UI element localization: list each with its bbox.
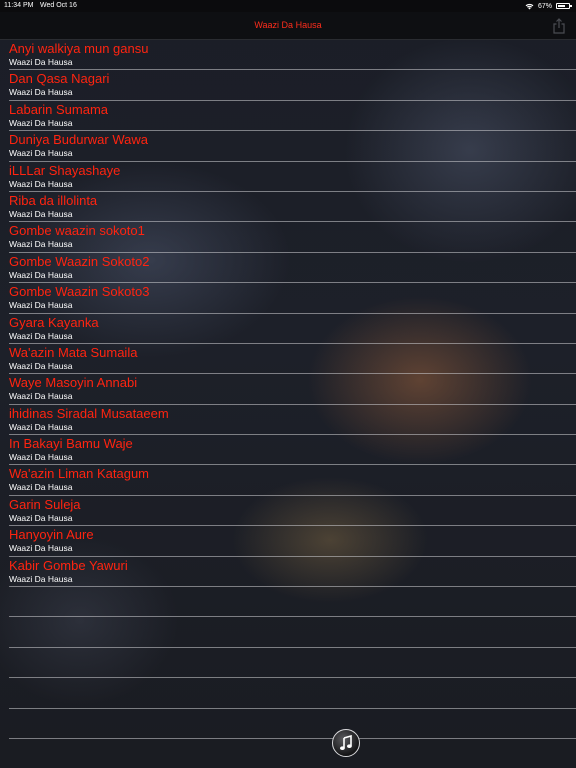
track-subtitle: Waazi Da Hausa [9,300,73,311]
track-title: Waye Masoyin Annabi [9,375,138,391]
list-item[interactable]: Kabir Gombe Yawuri Waazi Da Hausa [9,557,576,588]
track-subtitle: Waazi Da Hausa [9,269,73,280]
wifi-icon [525,3,534,9]
list-item[interactable]: Gombe Waazin Sokoto3 Waazi Da Hausa [9,283,576,314]
track-title: Kabir Gombe Yawuri [9,557,128,573]
track-title: iLLLar Shayashaye [9,162,121,178]
list-item[interactable]: iLLLar Shayashaye Waazi Da Hausa [9,162,576,192]
list-item[interactable]: Gyara Kayanka Waazi Da Hausa [9,314,576,344]
track-title: Garin Suleja [9,496,81,512]
now-playing-button[interactable] [332,729,360,757]
battery-fill [558,5,565,7]
track-subtitle: Waazi Da Hausa [9,421,73,432]
battery-icon [556,3,572,9]
list-item[interactable]: Dan Qasa Nagari Waazi Da Hausa [9,70,576,101]
list-item[interactable]: Wa'azin Liman Katagum Waazi Da Hausa [9,465,576,496]
list-item[interactable]: Labarin Sumama Waazi Da Hausa [9,101,576,132]
page-title: Waazi Da Hausa [254,20,322,30]
track-subtitle: Waazi Da Hausa [9,178,73,189]
list-item[interactable]: Garin Suleja Waazi Da Hausa [9,496,576,527]
status-date: Wed Oct 16 [40,2,77,9]
empty-row [9,648,576,679]
track-title: Wa'azin Liman Katagum [9,466,150,482]
empty-row [9,709,576,739]
track-subtitle: Waazi Da Hausa [9,482,73,493]
track-subtitle: Waazi Da Hausa [9,452,73,463]
list-item[interactable]: Riba da illolinta Waazi Da Hausa [9,192,576,223]
track-title: Dan Qasa Nagari [9,71,110,87]
track-title: Hanyoyin Aure [9,527,94,543]
track-subtitle: Waazi Da Hausa [9,391,73,402]
track-subtitle: Waazi Da Hausa [9,117,73,128]
empty-row [9,678,576,709]
track-subtitle: Waazi Da Hausa [9,57,73,67]
track-title: Riba da illolinta [9,192,98,208]
track-subtitle: Waazi Da Hausa [9,148,73,159]
track-title: Gombe Waazin Sokoto3 [9,284,150,300]
track-list: Anyi walkiya mun gansu Waazi Da Hausa Dan … [0,40,576,739]
track-subtitle: Waazi Da Hausa [9,208,73,219]
list-item[interactable]: Duniya Budurwar Wawa Waazi Da Hausa [9,131,576,162]
navigation-bar: Waazi Da Hausa [0,12,576,40]
track-subtitle: Waazi Da Hausa [9,543,73,554]
track-title: In Bakayi Bamu Waje [9,436,133,452]
status-right: 67% [525,1,572,11]
empty-row [9,587,576,618]
list-item[interactable]: Hanyoyin Aure Waazi Da Hausa [9,526,576,557]
track-subtitle: Waazi Da Hausa [9,512,73,523]
track-title: Duniya Budurwar Wawa [9,132,148,148]
battery-percent: 67% [537,2,552,10]
list-item[interactable]: Anyi walkiya mun gansu Waazi Da Hausa [9,40,576,71]
track-title: Wa'azin Mata Sumaila [9,344,138,360]
track-title: Labarin Sumama [9,101,108,117]
status-bar: 11:34 PM Wed Oct 16 67% [0,0,576,12]
status-time: 11:34 PM [4,2,34,9]
track-subtitle: Waazi Da Hausa [9,239,73,250]
music-note-icon [340,735,352,750]
track-title: Gyara Kayanka [9,314,99,330]
list-item[interactable]: ihidinas Siradal Musataeem Waazi Da Hausa [9,405,576,436]
track-title: ihidinas Siradal Musataeem [9,405,169,421]
track-subtitle: Waazi Da Hausa [9,330,73,341]
share-icon[interactable] [552,18,566,34]
track-subtitle: Waazi Da Hausa [9,573,73,584]
list-item[interactable]: Waye Masoyin Annabi Waazi Da Hausa [9,374,576,405]
list-item[interactable]: Wa'azin Mata Sumaila Waazi Da Hausa [9,344,576,375]
empty-row [9,617,576,648]
track-subtitle: Waazi Da Hausa [9,360,73,371]
track-subtitle: Waazi Da Hausa [9,87,73,98]
list-item[interactable]: Gombe Waazin Sokoto2 Waazi Da Hausa [9,253,576,284]
list-item[interactable]: In Bakayi Bamu Waje Waazi Da Hausa [9,435,576,466]
track-title: Gombe waazin sokoto1 [9,223,145,239]
track-title: Gombe Waazin Sokoto2 [9,253,150,269]
track-title: Anyi walkiya mun gansu [9,41,149,56]
list-item[interactable]: Gombe waazin sokoto1 Waazi Da Hausa [9,222,576,253]
